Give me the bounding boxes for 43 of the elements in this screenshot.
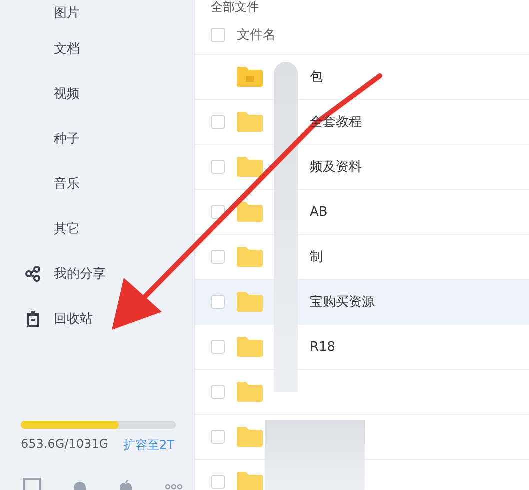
checkbox[interactable]: [211, 205, 225, 219]
sidebar-item[interactable]: 图片: [0, 4, 194, 26]
file-name: AB: [310, 204, 328, 220]
select-all-checkbox[interactable]: [211, 28, 225, 42]
sidebar-item[interactable]: 文档: [0, 26, 194, 71]
checkbox[interactable]: [211, 160, 225, 174]
sidebar-item[interactable]: 我的分享: [0, 251, 194, 296]
checkbox[interactable]: [211, 385, 225, 399]
sidebar-item[interactable]: 音乐: [0, 161, 194, 206]
folder-icon: [237, 202, 263, 222]
folder-icon: [237, 67, 263, 87]
file-name: R18: [310, 340, 336, 354]
checkbox[interactable]: [211, 295, 225, 309]
share-icon: [25, 266, 41, 282]
checkbox[interactable]: [211, 340, 225, 354]
folder-icon: [237, 157, 263, 177]
sidebar-item[interactable]: 回收站: [0, 296, 194, 341]
sidebar-item[interactable]: 种子: [0, 116, 194, 161]
folder-icon: [237, 337, 263, 357]
folder-icon: [237, 247, 263, 267]
file-row[interactable]: 宝购买资源: [195, 280, 529, 325]
checkbox[interactable]: [211, 430, 225, 444]
breadcrumb[interactable]: 全部文件: [195, 0, 529, 16]
sidebar-item[interactable]: 视频: [0, 71, 194, 116]
file-name: 宝购买资源: [310, 294, 375, 311]
folder-icon: [237, 382, 263, 402]
file-name: 包: [310, 69, 323, 86]
trash-icon: [25, 310, 41, 326]
apple-icon[interactable]: [119, 480, 133, 490]
column-header[interactable]: 文件名: [237, 26, 276, 44]
checkbox[interactable]: [211, 115, 225, 129]
folder-icon: [237, 112, 263, 132]
storage-text: 653.6G/1031G: [21, 437, 109, 453]
file-name: 频及资料: [310, 159, 362, 176]
folder-icon: [237, 427, 263, 447]
file-name: 制: [310, 249, 323, 266]
checkbox[interactable]: [211, 250, 225, 264]
folder-icon: [237, 292, 263, 312]
sidebar-item[interactable]: 其它: [0, 206, 194, 251]
monitor-icon[interactable]: [23, 478, 41, 490]
checkbox[interactable]: [211, 475, 225, 489]
folder-icon: [237, 472, 263, 490]
more-icon[interactable]: [165, 484, 183, 490]
